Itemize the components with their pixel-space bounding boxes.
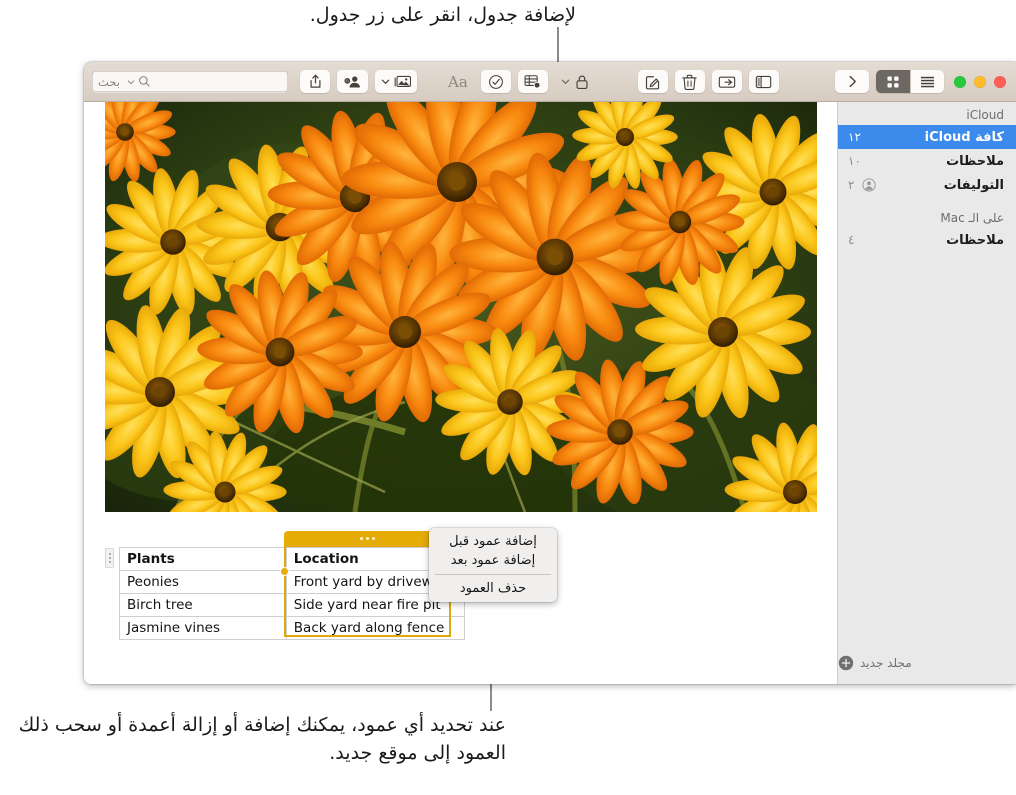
sidebar-section-title-on-my-mac: على الـ Mac [940, 211, 1004, 225]
new-folder-label[interactable]: مجلد جديد [860, 656, 912, 670]
table-icon [524, 75, 541, 89]
sidebar-section-title-icloud: iCloud [966, 108, 1004, 122]
callout-text-top: لإضافة جدول، انقر على زر جدول. [309, 4, 576, 26]
sidebar-item-all-icloud[interactable]: كافة iCloud ١٢ [838, 125, 1016, 149]
sidebar-item-count: ١٠ [848, 154, 861, 168]
chevron-right-icon [848, 75, 856, 88]
table-cell[interactable]: Back yard along fence [285, 616, 466, 640]
sidebar-item-notes-icloud[interactable]: ملاحظات ١٠ [838, 149, 1016, 173]
sidebar-item-label: ملاحظات [946, 153, 1004, 169]
table-button[interactable] [517, 70, 548, 93]
search-placeholder: بحث [98, 74, 120, 89]
column-context-menu: إضافة عمود قبل إضافة عمود بعد حذف العمود [429, 528, 557, 602]
grid-view-icon [887, 76, 899, 87]
sidebar: iCloud كافة iCloud ١٢ ملاحظات ١٠ التوليف… [837, 102, 1016, 684]
sidebar-item-label: كافة iCloud [924, 129, 1004, 145]
sidebar-item-compilations[interactable]: التوليفات ٢ [838, 173, 1016, 197]
menu-item-add-column-after[interactable]: إضافة عمود بعد [429, 551, 557, 570]
add-people-button[interactable] [337, 70, 368, 93]
search-icon [139, 76, 150, 87]
chevron-down-icon[interactable] [381, 77, 390, 86]
chevron-down-icon[interactable] [561, 77, 570, 86]
sidebar-item-count: ٤ [848, 233, 855, 247]
gallery-view-button[interactable] [876, 70, 910, 93]
table-cell[interactable]: Birch tree [119, 593, 287, 617]
chevron-down-icon[interactable] [127, 78, 135, 86]
compose-button[interactable] [637, 70, 668, 93]
note-table[interactable]: Plants Location Peonies Front yard by dr… [119, 547, 466, 640]
sidebar-item-count: ١٢ [848, 130, 861, 144]
sidebar-icon [756, 75, 772, 88]
table-row: Jasmine vines Back yard along fence [119, 616, 466, 640]
sidebar-footer: مجلد جديد [838, 646, 1016, 684]
sidebar-item-label: التوليفات [943, 177, 1004, 193]
note-photo[interactable] [105, 102, 817, 512]
flower-photo-graphic [105, 102, 817, 512]
toolbar: بحث Aa [84, 62, 1016, 102]
list-view-icon [921, 76, 934, 87]
callout-text-bottom: عند تحديد أي عمود، يمكنك إضافة أو إزالة … [12, 714, 506, 764]
sidebar-item-label: ملاحظات [946, 232, 1004, 248]
media-icon [394, 75, 411, 87]
sidebar-item-count: ٢ [848, 178, 855, 192]
search-input[interactable]: بحث [92, 71, 288, 92]
share-button[interactable] [300, 70, 330, 93]
callout-leader-top [557, 27, 559, 63]
lock-button[interactable] [555, 70, 595, 93]
move-folder-icon [718, 76, 735, 88]
checklist-icon [488, 74, 503, 89]
add-person-icon [344, 76, 360, 88]
view-mode-segmented-control [876, 70, 944, 93]
close-button[interactable] [994, 75, 1006, 88]
compose-icon [645, 75, 659, 89]
menu-item-add-column-before[interactable]: إضافة عمود قبل [429, 532, 557, 551]
table-row: Birch tree Side yard near fire pit [119, 593, 466, 617]
list-view-button[interactable] [910, 70, 944, 93]
lock-icon [576, 75, 588, 89]
format-button[interactable]: Aa [442, 70, 474, 93]
move-to-folder-button[interactable] [711, 70, 742, 93]
table-cell[interactable]: Jasmine vines [119, 616, 287, 640]
expand-button[interactable] [835, 70, 869, 93]
shared-person-icon [862, 178, 877, 192]
zoom-button[interactable] [954, 75, 966, 88]
sidebar-item-notes-local[interactable]: ملاحظات ٤ [838, 228, 1016, 252]
trash-icon [682, 74, 698, 90]
table-header-row: Plants Location [119, 547, 466, 571]
minimize-button[interactable] [974, 75, 986, 88]
window-controls [954, 75, 1006, 88]
menu-item-delete-column[interactable]: حذف العمود [429, 579, 557, 598]
format-aa-icon: Aa [448, 72, 468, 91]
table-row: Peonies Front yard by driveway [119, 570, 466, 594]
column-resize-dot[interactable] [280, 568, 288, 575]
table-cell[interactable]: Peonies [119, 570, 287, 594]
checklist-button[interactable] [480, 70, 511, 93]
delete-button[interactable] [674, 70, 705, 93]
table-row-handle[interactable] [105, 548, 114, 568]
media-button[interactable] [375, 70, 417, 93]
plus-circle-icon[interactable] [838, 655, 854, 671]
table-header-cell[interactable]: Plants [119, 547, 287, 571]
column-handle[interactable] [284, 531, 451, 546]
share-icon [309, 74, 321, 88]
menu-separator [435, 574, 551, 575]
sidebar-toggle-button[interactable] [748, 70, 779, 93]
